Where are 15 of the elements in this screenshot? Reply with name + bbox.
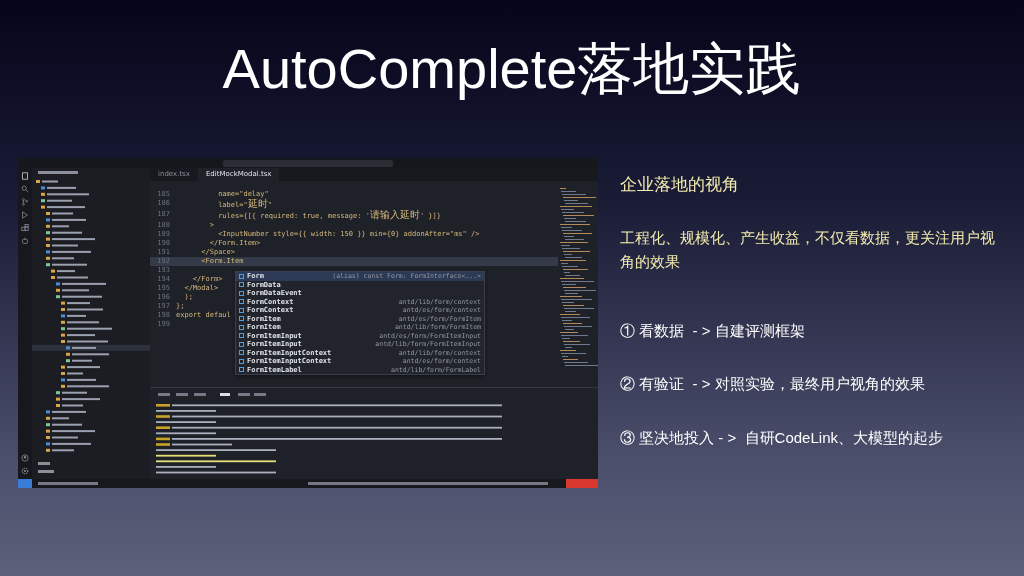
point-text: ② 有验证 - > 对照实验，最终用户视角的效果 — [620, 374, 926, 394]
point-text: ③ 坚决地投入 - > 自研CodeLink、大模型的起步 — [620, 427, 944, 448]
branch-icon[interactable] — [21, 198, 29, 206]
search-field[interactable] — [223, 159, 393, 167]
files-icon[interactable] — [21, 172, 29, 180]
search-icon[interactable] — [21, 185, 29, 193]
settings-icon[interactable] — [21, 467, 29, 475]
play-icon[interactable] — [21, 211, 29, 219]
blocks-icon[interactable] — [21, 224, 29, 232]
account-icon[interactable] — [21, 454, 29, 462]
point-text: ① 看数据 - > 自建评测框架 — [620, 320, 806, 341]
robot-icon[interactable] — [21, 237, 29, 245]
slide-title: AutoComplete落地实践 — [221, 36, 803, 102]
intro-text: 工程化、规模化、产生收益，不仅看数据，更关注用户视角的效果 — [620, 227, 996, 272]
section-heading: 企业落地的视角 — [620, 174, 740, 196]
